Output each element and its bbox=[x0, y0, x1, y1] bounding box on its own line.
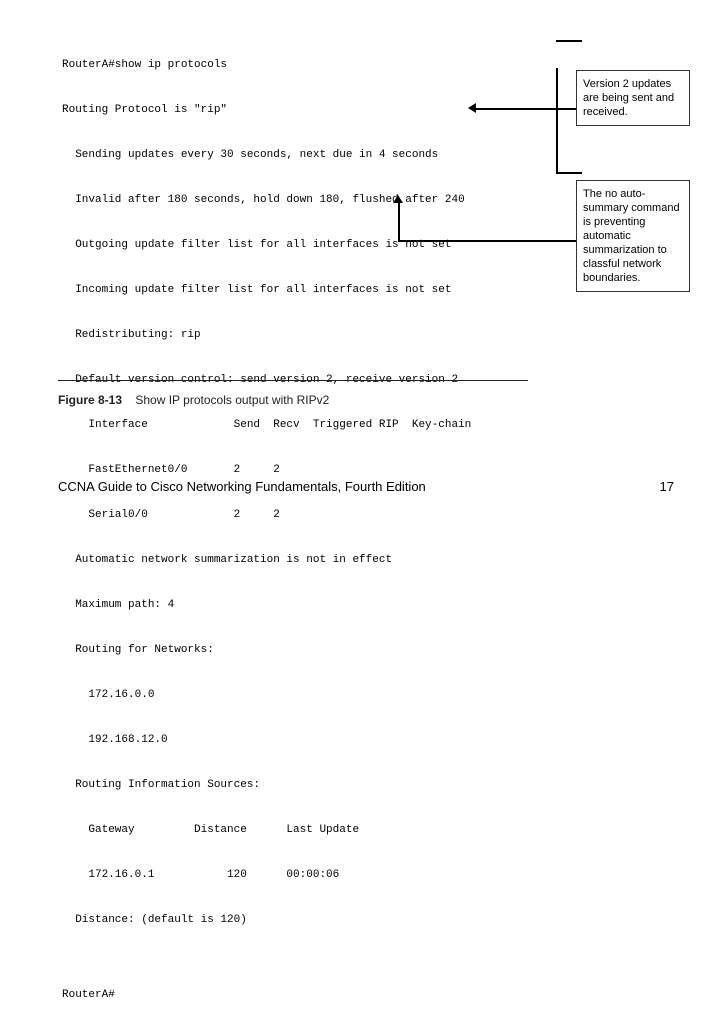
annotation-version2: Version 2 updates are being sent and rec… bbox=[576, 70, 690, 126]
page-number: 17 bbox=[660, 479, 674, 494]
terminal-line: Routing Information Sources: bbox=[62, 778, 552, 793]
terminal-line: Maximum path: 4 bbox=[62, 598, 552, 613]
figure-label: Figure 8-13 bbox=[58, 393, 122, 407]
annotation-no-auto-summary: The no auto-summary command is preventin… bbox=[576, 180, 690, 292]
callout-line bbox=[556, 172, 582, 174]
callout-line bbox=[474, 108, 586, 110]
terminal-line: Routing for Networks: bbox=[62, 643, 552, 658]
terminal-line: Distance: (default is 120) bbox=[62, 913, 552, 928]
terminal-line: 172.16.0.1 120 00:00:06 bbox=[62, 868, 552, 883]
terminal-line: Sending updates every 30 seconds, next d… bbox=[62, 148, 552, 163]
terminal-line: Incoming update filter list for all inte… bbox=[62, 283, 552, 298]
footer-title: CCNA Guide to Cisco Networking Fundament… bbox=[58, 479, 426, 494]
callout-line bbox=[398, 240, 584, 242]
terminal-line: RouterA#show ip protocols bbox=[62, 58, 552, 73]
terminal-line: 192.168.12.0 bbox=[62, 733, 552, 748]
callout-line bbox=[556, 68, 558, 174]
arrow-left-icon bbox=[468, 103, 476, 113]
terminal-line: Invalid after 180 seconds, hold down 180… bbox=[62, 193, 552, 208]
terminal-line: Redistributing: rip bbox=[62, 328, 552, 343]
figure-divider bbox=[58, 380, 528, 381]
annotation-text: Version 2 updates are being sent and rec… bbox=[583, 78, 674, 118]
callout-line bbox=[398, 200, 400, 242]
figure-caption-text: Show IP protocols output with RIPv2 bbox=[135, 393, 329, 407]
terminal-line: 172.16.0.0 bbox=[62, 688, 552, 703]
terminal-line: Routing Protocol is "rip" bbox=[62, 103, 552, 118]
callout-line bbox=[556, 40, 582, 42]
annotation-text: The no auto-summary command is preventin… bbox=[583, 188, 680, 284]
terminal-line: Serial0/0 2 2 bbox=[62, 508, 552, 523]
figure-caption: Figure 8-13 Show IP protocols output wit… bbox=[58, 393, 329, 407]
terminal-line: Interface Send Recv Triggered RIP Key-ch… bbox=[62, 418, 552, 433]
arrow-up-icon bbox=[393, 195, 403, 203]
terminal-output: RouterA#show ip protocols Routing Protoc… bbox=[62, 28, 552, 1018]
terminal-line: FastEthernet0/0 2 2 bbox=[62, 463, 552, 478]
terminal-line: Automatic network summarization is not i… bbox=[62, 553, 552, 568]
terminal-line: Gateway Distance Last Update bbox=[62, 823, 552, 838]
terminal-line: RouterA# bbox=[62, 988, 552, 1003]
